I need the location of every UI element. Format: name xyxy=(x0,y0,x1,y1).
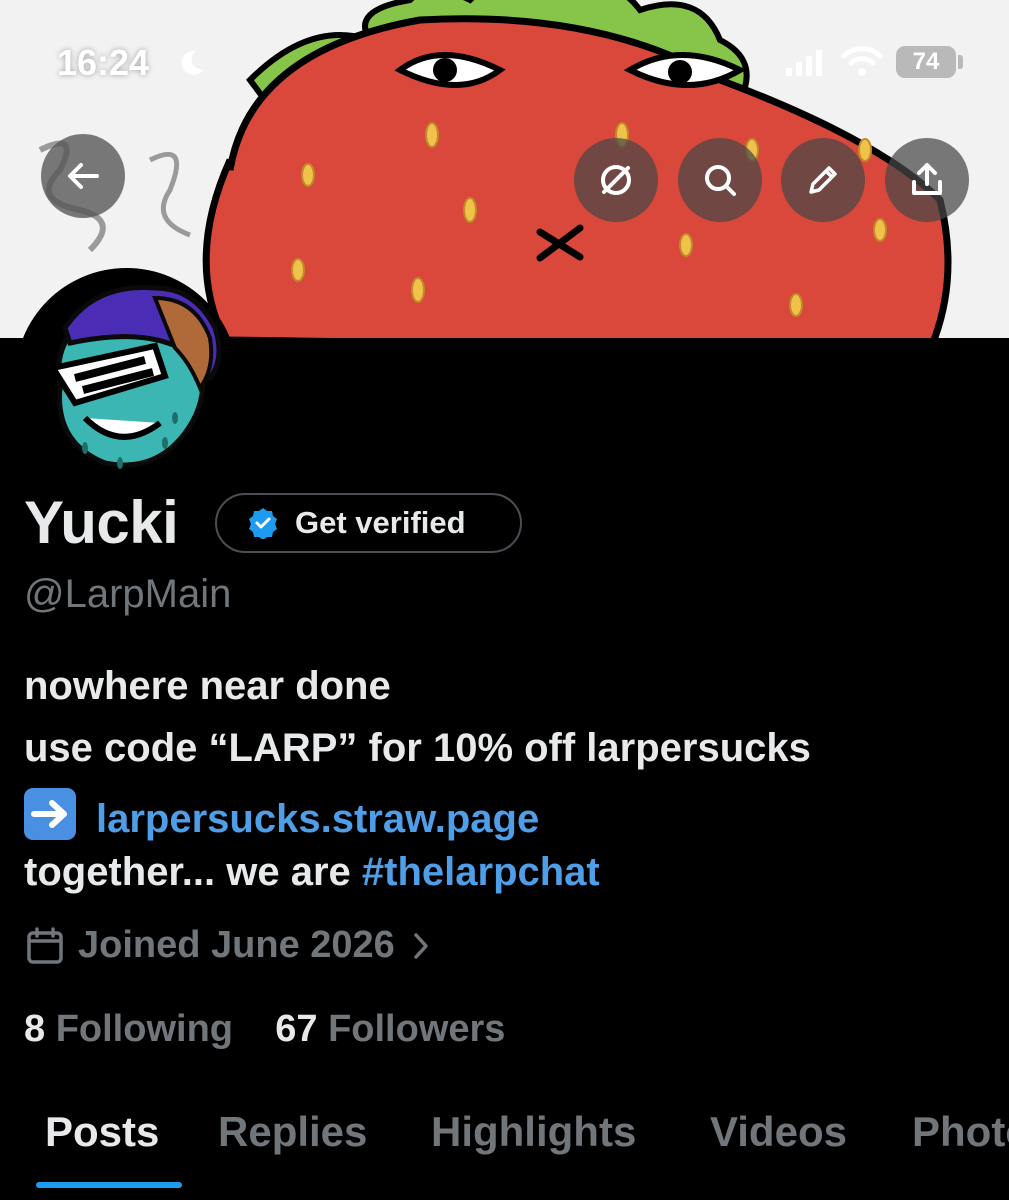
tab-highlights[interactable]: Highlights xyxy=(431,1108,636,1156)
profile-tabs: Posts Replies Highlights Videos Photos xyxy=(0,1100,1009,1200)
profile-handle: @LarpMain xyxy=(24,572,232,616)
follow-counts: 8 Following 67 Followers xyxy=(24,1008,505,1051)
arrow-left-icon xyxy=(68,163,99,189)
tab-videos[interactable]: Videos xyxy=(710,1108,847,1156)
joined-date[interactable]: Joined June 2026 xyxy=(24,924,443,967)
chevron-right-icon xyxy=(414,932,428,959)
status-time: 16:24 xyxy=(57,42,150,83)
grok-icon xyxy=(601,165,631,195)
search-button[interactable] xyxy=(678,138,762,222)
bio-line-2: use code “LARP” for 10% off larpersucks xyxy=(24,726,811,770)
calendar-icon xyxy=(27,926,63,964)
tab-photos[interactable]: Photos xyxy=(912,1108,1009,1156)
wifi-icon xyxy=(841,46,883,76)
search-icon xyxy=(705,165,736,196)
following-link[interactable]: 8 Following xyxy=(24,1008,233,1050)
following-count: 8 xyxy=(24,1008,46,1050)
bio-line-4: together... we are #thelarpchat xyxy=(24,850,600,895)
profile-name: Yucki xyxy=(24,489,179,556)
joined-label: Joined June 2026 xyxy=(78,924,395,966)
tab-replies[interactable]: Replies xyxy=(218,1108,367,1156)
share-icon xyxy=(912,163,942,195)
bio-line-3: larpersucks.straw.page xyxy=(24,788,539,842)
battery-indicator: 74 xyxy=(896,46,956,78)
share-button[interactable] xyxy=(885,138,969,222)
active-tab-indicator xyxy=(36,1182,182,1188)
hashtag-link[interactable]: #thelarpchat xyxy=(362,850,600,894)
followers-link[interactable]: 67 Followers xyxy=(275,1008,505,1050)
cellular-signal-icon xyxy=(786,50,822,76)
get-verified-button[interactable]: Get verified xyxy=(215,493,522,553)
verified-badge-icon xyxy=(249,508,277,539)
battery-tip xyxy=(958,55,963,69)
pencil-icon xyxy=(809,166,837,194)
bio-line-1: nowhere near done xyxy=(24,664,391,708)
right-arrow-emoji-icon xyxy=(24,788,76,840)
back-button[interactable] xyxy=(41,134,125,218)
tab-posts[interactable]: Posts xyxy=(45,1108,159,1156)
edit-button[interactable] xyxy=(781,138,865,222)
profile-avatar[interactable] xyxy=(15,268,238,491)
following-label: Following xyxy=(55,1008,233,1050)
moon-icon xyxy=(181,50,204,75)
followers-label: Followers xyxy=(328,1008,506,1050)
bio-line-4-text: together... we are xyxy=(24,850,362,894)
bio-website-link[interactable]: larpersucks.straw.page xyxy=(96,797,539,841)
avatar-image xyxy=(48,285,222,469)
get-verified-label: Get verified xyxy=(295,505,466,540)
followers-count: 67 xyxy=(275,1008,318,1050)
grok-button[interactable] xyxy=(574,138,658,222)
